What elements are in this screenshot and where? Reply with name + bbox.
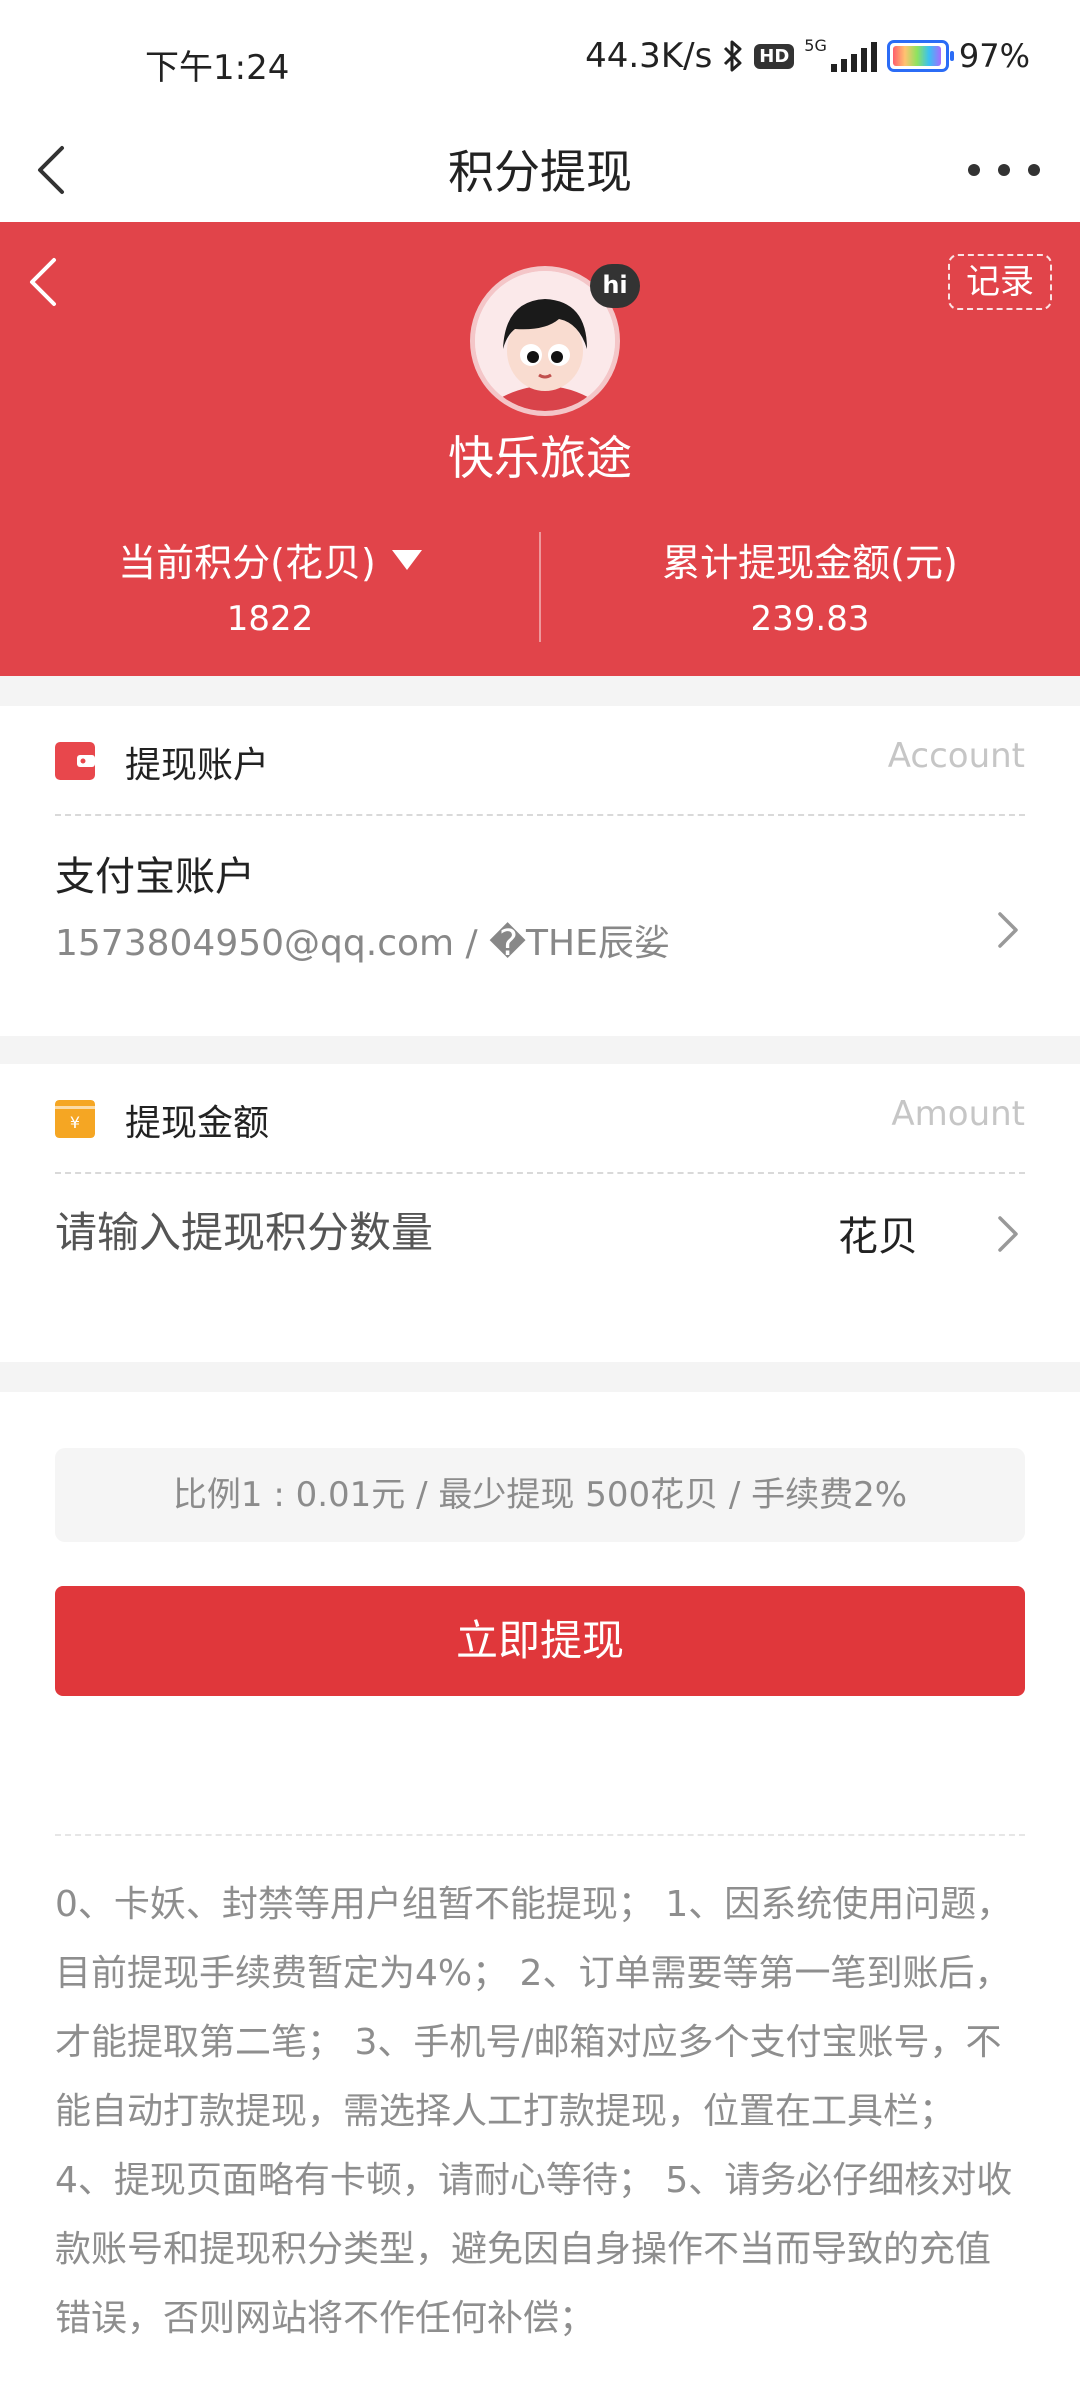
nav-bar: 积分提现 <box>0 120 1080 220</box>
amount-unit[interactable]: 花贝 <box>838 1204 918 1262</box>
amount-section-en: Amount <box>891 1094 1025 1134</box>
page-title: 积分提现 <box>448 145 632 199</box>
amount-input[interactable] <box>55 1202 755 1262</box>
account-section-header: 提现账户 Account <box>55 706 1025 816</box>
chevron-right-icon <box>998 912 1018 948</box>
status-time: 下午1:24 <box>145 48 290 88</box>
net-speed: 44.3K/s <box>585 36 713 76</box>
caret-down-icon <box>391 549 422 570</box>
amount-section-header: ¥ 提现金额 Amount <box>55 1064 1025 1174</box>
total-withdrawn-stat: 累计提现金额(元) 239.83 <box>540 532 1080 639</box>
notice-text: 0、卡妖、封禁等用户组暂不能提现； 1、因系统使用问题，目前提现手续费暂定为4%… <box>55 1884 1013 2339</box>
amount-section: ¥ 提现金额 Amount 花贝 <box>0 1064 1080 1362</box>
total-label: 累计提现金额(元) <box>662 541 958 585</box>
battery-percent: 97% <box>958 37 1030 75</box>
username: 快乐旅途 <box>448 431 632 485</box>
withdraw-button[interactable]: 立即提现 <box>55 1586 1025 1696</box>
profile-header: 记录 hi 快乐旅途 当前积分(花贝) 1822 累计提现金额(元) 239.8… <box>0 222 1080 676</box>
svg-text:¥: ¥ <box>70 1113 80 1132</box>
account-section-en: Account <box>887 736 1025 776</box>
total-value: 239.83 <box>750 599 870 639</box>
chevron-right-icon[interactable] <box>996 1214 1020 1254</box>
account-detail: 1573804950@qq.com / �THE辰娑 <box>55 923 670 964</box>
status-icons: 44.3K/s HD 5G 97% <box>585 36 1030 76</box>
wallet-icon <box>55 742 95 780</box>
stats-row: 当前积分(花贝) 1822 累计提现金额(元) 239.83 <box>0 532 1080 642</box>
account-name: 支付宝账户 <box>55 854 255 900</box>
network-type: 5G <box>804 36 827 55</box>
bluetooth-icon <box>724 40 742 72</box>
battery-icon <box>886 40 954 72</box>
rate-info: 比例1 : 0.01元 / 最少提现 500花贝 / 手续费2% <box>55 1448 1025 1542</box>
section-gap <box>0 1362 1080 1392</box>
points-label: 当前积分(花贝) <box>118 541 376 585</box>
hi-badge: hi <box>590 264 640 308</box>
header-back-icon[interactable] <box>20 252 72 312</box>
notice-divider <box>55 1834 1025 1836</box>
hd-badge: HD <box>754 43 795 69</box>
record-button[interactable]: 记录 <box>948 254 1052 310</box>
yen-icon: ¥ <box>55 1100 95 1138</box>
points-stat[interactable]: 当前积分(花贝) 1822 <box>0 532 540 639</box>
status-bar: 下午1:24 44.3K/s HD 5G 97% <box>0 0 1080 120</box>
amount-section-title: 提现金额 <box>125 1103 270 1144</box>
account-section-title: 提现账户 <box>125 745 270 786</box>
section-gap <box>0 676 1080 706</box>
account-section: 提现账户 Account 支付宝账户 1573804950@qq.com / �… <box>0 706 1080 1036</box>
section-gap <box>0 1036 1080 1064</box>
signal-icon <box>830 40 877 72</box>
points-value: 1822 <box>226 599 314 639</box>
more-dots-icon[interactable] <box>968 150 1040 190</box>
alipay-account-row[interactable]: 支付宝账户 1573804950@qq.com / �THE辰娑 <box>0 818 1080 1036</box>
